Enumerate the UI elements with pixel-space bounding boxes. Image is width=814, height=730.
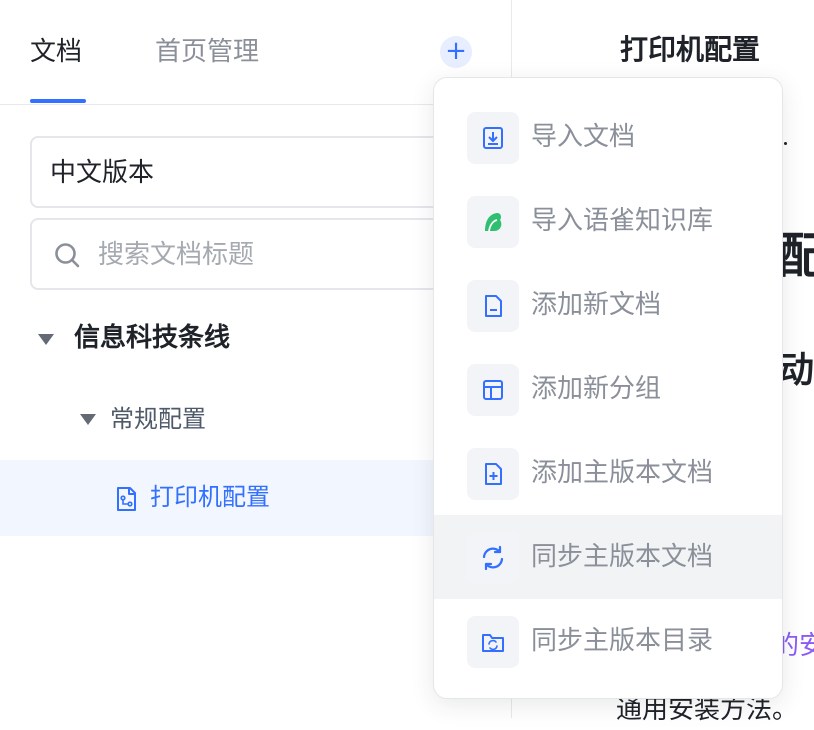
doc-icon [117,487,136,511]
sync-icon [467,532,519,584]
menu-item-new-doc[interactable]: 添加新文档 [434,263,782,347]
tab-home-manage[interactable]: 首页管理 [155,34,259,70]
version-select[interactable]: 中文版本 [30,136,470,208]
content-fragment-dot [784,142,787,145]
add-button[interactable]: + [440,36,472,68]
menu-item-sync-master-doc[interactable]: 同步主版本文档 [434,515,782,599]
menu-item-add-master-doc[interactable]: 添加主版本文档 [434,431,782,515]
import-doc-icon [467,112,519,164]
tree-doc-label: 打印机配置 [150,483,270,511]
menu-item-import-yuque[interactable]: 导入语雀知识库 [434,179,782,263]
caret-down-icon[interactable] [80,414,96,425]
search-box[interactable] [30,218,470,290]
search-icon [55,243,80,268]
new-doc-icon [467,280,519,332]
menu-item-label: 导入文档 [531,122,636,152]
active-tab-indicator [30,99,86,103]
caret-down-icon[interactable] [38,334,54,345]
menu-item-label: 同步主版本目录 [531,626,714,656]
content-heading-fragment: 配 [778,228,814,284]
add-dropdown-menu: 导入文档 导入语雀知识库 添加新文档 添加新分组 添加主版本文档 同步主版本文档… [433,77,783,699]
tree-subgroup-label: 常规配置 [110,405,206,433]
version-select-value: 中文版本 [50,158,155,188]
new-group-icon [467,364,519,416]
menu-item-label: 添加新分组 [531,374,662,404]
document-title: 打印机配置 [620,33,761,66]
menu-item-label: 添加新文档 [531,290,662,320]
menu-item-new-group[interactable]: 添加新分组 [434,347,782,431]
search-input[interactable] [96,236,460,274]
tree-group-label: 信息科技条线 [74,323,231,353]
menu-item-label: 同步主版本文档 [531,542,714,572]
menu-item-import-doc[interactable]: 导入文档 [434,95,782,179]
menu-item-sync-master-catalog[interactable]: 同步主版本目录 [434,599,782,683]
yuque-icon [467,196,519,248]
menu-item-label: 添加主版本文档 [531,458,714,488]
sync-folder-icon [467,616,519,668]
content-subheading-fragment: 动 [778,350,814,391]
tab-docs[interactable]: 文档 [30,34,82,70]
menu-item-label: 导入语雀知识库 [531,206,714,236]
add-master-doc-icon [467,448,519,500]
